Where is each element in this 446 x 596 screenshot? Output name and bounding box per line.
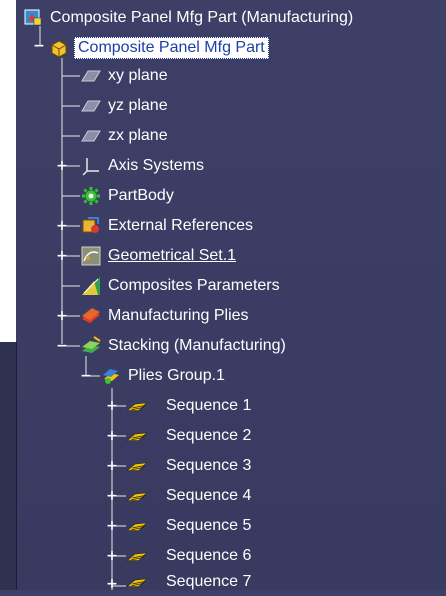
expand-toggle[interactable]: + bbox=[106, 489, 118, 503]
tree-node-label: Sequence 4 bbox=[166, 487, 252, 504]
tree-node-label: Sequence 5 bbox=[166, 517, 252, 534]
plane-icon bbox=[80, 95, 102, 117]
sequence-icon bbox=[126, 455, 148, 477]
tree-node-part[interactable]: Composite Panel Mfg Part bbox=[48, 34, 269, 62]
stacking-icon bbox=[80, 335, 102, 357]
composite-document-icon bbox=[22, 7, 44, 29]
plane-icon bbox=[80, 125, 102, 147]
tree-node-xy-plane[interactable]: xy plane bbox=[80, 62, 170, 90]
tree-node-sequence[interactable]: Sequence 6 bbox=[126, 542, 253, 570]
composites-parameters-icon bbox=[80, 275, 102, 297]
tree-node-sequence[interactable]: Sequence 1 bbox=[126, 392, 253, 420]
plies-group-icon bbox=[100, 365, 122, 387]
tree-node-axis-systems[interactable]: Axis Systems bbox=[80, 152, 206, 180]
tree-node-sequence[interactable]: Sequence 3 bbox=[126, 452, 253, 480]
expand-toggle[interactable]: + bbox=[56, 249, 68, 263]
tree-node-partbody[interactable]: PartBody bbox=[80, 182, 176, 210]
expand-toggle[interactable]: + bbox=[106, 399, 118, 413]
tree-node-plies-group[interactable]: Plies Group.1 bbox=[100, 362, 227, 390]
tree-node-composites-parameters[interactable]: Composites Parameters bbox=[80, 272, 282, 300]
sequence-icon bbox=[126, 515, 148, 537]
specification-tree: Composite Panel Mfg Part (Manufacturing)… bbox=[0, 0, 446, 591]
external-references-icon bbox=[80, 215, 102, 237]
tree-node-sequence[interactable]: Sequence 2 bbox=[126, 422, 253, 450]
tree-node-label: Axis Systems bbox=[108, 157, 205, 174]
expand-toggle[interactable]: + bbox=[106, 429, 118, 443]
tree-node-label: Composites Parameters bbox=[108, 277, 280, 294]
tree-node-geometrical-set[interactable]: Geometrical Set.1 bbox=[80, 242, 238, 270]
collapse-toggle[interactable]: − bbox=[33, 39, 45, 53]
tree-node-label: Plies Group.1 bbox=[128, 367, 225, 384]
collapse-toggle[interactable]: − bbox=[80, 369, 92, 383]
part-icon bbox=[48, 37, 70, 59]
tree-node-label: PartBody bbox=[108, 187, 174, 204]
tree-node-sequence[interactable]: Sequence 7 bbox=[126, 568, 253, 596]
tree-node-manufacturing-plies[interactable]: Manufacturing Plies bbox=[80, 302, 251, 330]
sequence-icon bbox=[126, 425, 148, 447]
gear-body-icon bbox=[80, 185, 102, 207]
tree-node-label: Geometrical Set.1 bbox=[108, 247, 237, 264]
expand-toggle[interactable]: + bbox=[106, 549, 118, 563]
tree-node-label: zx plane bbox=[108, 127, 168, 144]
tree-node-sequence[interactable]: Sequence 5 bbox=[126, 512, 253, 540]
tree-node-stacking[interactable]: Stacking (Manufacturing) bbox=[80, 332, 288, 360]
tree-node-label: Sequence 2 bbox=[166, 427, 252, 444]
expand-toggle[interactable]: + bbox=[56, 219, 68, 233]
tree-node-yz-plane[interactable]: yz plane bbox=[80, 92, 170, 120]
tree-node-sequence[interactable]: Sequence 4 bbox=[126, 482, 253, 510]
sequence-icon bbox=[126, 485, 148, 507]
tree-node-label: Stacking (Manufacturing) bbox=[108, 337, 286, 354]
tree-node-label: yz plane bbox=[108, 97, 168, 114]
tree-node-label: External References bbox=[108, 217, 253, 234]
expand-toggle[interactable]: + bbox=[56, 309, 68, 323]
tree-node-label: Composite Panel Mfg Part (Manufacturing) bbox=[50, 9, 354, 26]
tree-node-zx-plane[interactable]: zx plane bbox=[80, 122, 170, 150]
manufacturing-plies-icon bbox=[80, 305, 102, 327]
tree-node-external-references[interactable]: External References bbox=[80, 212, 255, 240]
expand-toggle[interactable]: + bbox=[106, 577, 118, 591]
geometrical-set-icon bbox=[80, 245, 102, 267]
sequence-icon bbox=[126, 395, 148, 417]
tree-node-label: Sequence 7 bbox=[166, 573, 252, 590]
expand-toggle[interactable]: + bbox=[106, 459, 118, 473]
plane-icon bbox=[80, 65, 102, 87]
expand-toggle[interactable]: + bbox=[56, 159, 68, 173]
sequence-icon bbox=[126, 545, 148, 567]
tree-node-label: Manufacturing Plies bbox=[108, 307, 249, 324]
tree-node-label: Sequence 3 bbox=[166, 457, 252, 474]
collapse-toggle[interactable]: − bbox=[56, 339, 68, 353]
tree-node-label: Sequence 1 bbox=[166, 397, 252, 414]
tree-node-label: xy plane bbox=[108, 67, 168, 84]
axis-system-icon bbox=[80, 155, 102, 177]
tree-node-label: Composite Panel Mfg Part bbox=[74, 37, 269, 59]
expand-toggle[interactable]: + bbox=[106, 519, 118, 533]
tree-node-root[interactable]: Composite Panel Mfg Part (Manufacturing) bbox=[22, 4, 355, 32]
tree-node-label: Sequence 6 bbox=[166, 547, 252, 564]
